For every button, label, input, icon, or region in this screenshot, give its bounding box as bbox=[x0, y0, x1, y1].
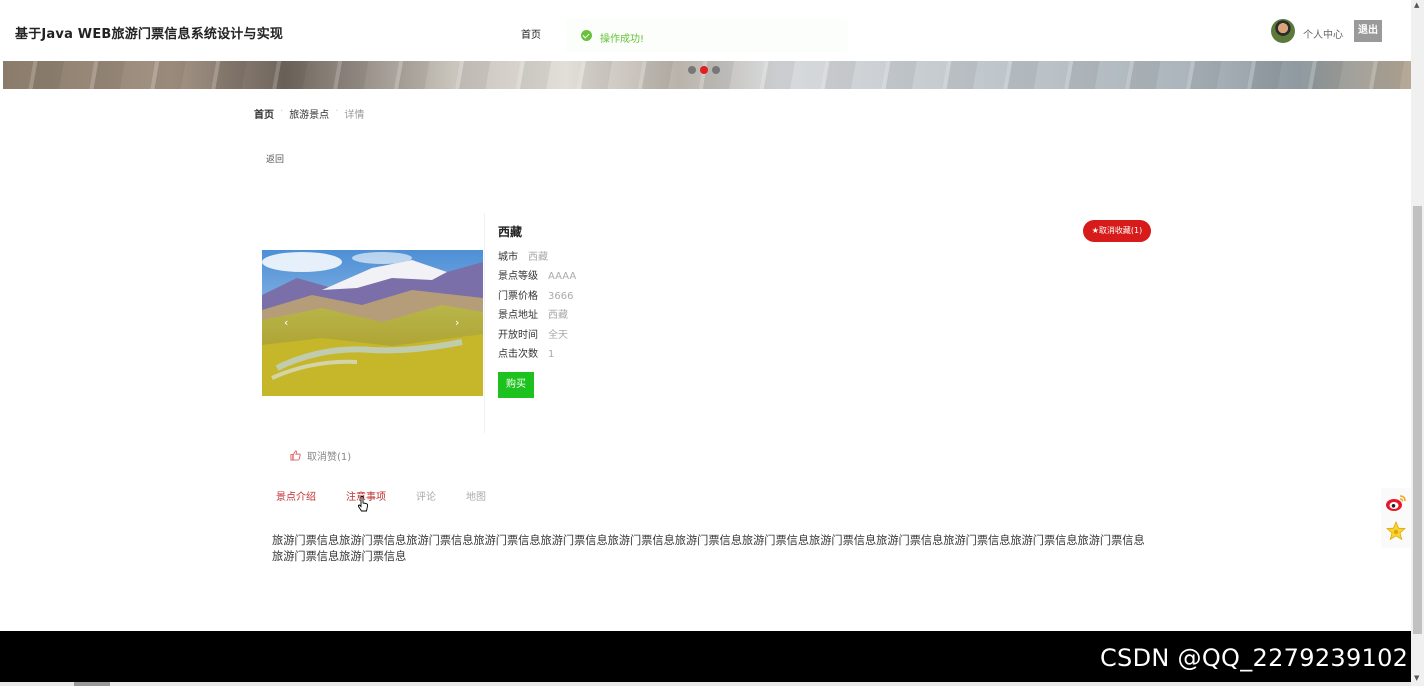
header: 基于Java WEB旅游门票信息系统设计与实现 首页 操作成功! 个人中心 退出 bbox=[0, 0, 1411, 61]
carousel-indicators bbox=[688, 66, 720, 74]
pointer-cursor-icon bbox=[357, 496, 369, 512]
info-label: 景点地址 bbox=[498, 310, 538, 322]
user-center-link[interactable]: 个人中心 bbox=[1303, 26, 1343, 41]
check-circle-icon bbox=[581, 30, 592, 41]
divider bbox=[484, 213, 485, 433]
info-label: 点击次数 bbox=[498, 348, 538, 360]
gallery-prev-arrow-icon[interactable]: ‹ bbox=[284, 316, 288, 329]
success-toast: 操作成功! bbox=[566, 19, 848, 52]
spot-image-gallery[interactable]: ‹ › bbox=[262, 250, 483, 396]
landscape-image bbox=[262, 250, 483, 396]
spot-name: 西藏 bbox=[498, 225, 523, 239]
detail-tabs: 景点介绍 注意事项 评论 地图 bbox=[276, 488, 516, 503]
buy-button[interactable]: 购买 bbox=[498, 372, 534, 398]
info-label: 门票价格 bbox=[498, 290, 538, 302]
gallery-next-arrow-icon[interactable]: › bbox=[455, 316, 459, 329]
banner-carousel bbox=[3, 61, 1411, 89]
carousel-dot-active[interactable] bbox=[700, 66, 708, 74]
thumb-up-icon bbox=[290, 450, 301, 461]
avatar[interactable] bbox=[1271, 19, 1295, 43]
spot-info-list: 城市 西藏 景点等级 AAAA 门票价格 3666 景点地址 西藏 开放时间 全天 点击次… bbox=[498, 250, 576, 366]
info-row-address: 景点地址 西藏 bbox=[498, 308, 576, 327]
breadcrumb-current: 详情 bbox=[344, 110, 365, 121]
logout-button[interactable]: 退出 bbox=[1354, 20, 1382, 42]
tab-content-text: 旅游门票信息旅游门票信息旅游门票信息旅游门票信息旅游门票信息旅游门票信息旅游门票… bbox=[272, 534, 1145, 563]
info-value: AAAA bbox=[548, 271, 577, 283]
breadcrumb-home[interactable]: 首页 bbox=[254, 106, 274, 121]
breadcrumb-separator: · bbox=[335, 106, 339, 117]
info-value: 3666 bbox=[548, 290, 574, 302]
tab-introduction[interactable]: 景点介绍 bbox=[276, 488, 316, 503]
scroll-up-icon[interactable]: ▲ bbox=[1414, 1, 1419, 9]
info-row-hours: 开放时间 全天 bbox=[498, 328, 576, 347]
unfavorite-button[interactable]: ★取消收藏(1) bbox=[1083, 220, 1151, 242]
info-value: 全天 bbox=[548, 329, 568, 341]
info-row-level: 景点等级 AAAA bbox=[498, 269, 576, 288]
carousel-dot[interactable] bbox=[712, 66, 720, 74]
unlike-label: 取消赞(1) bbox=[307, 452, 352, 463]
toast-message: 操作成功! bbox=[600, 34, 645, 45]
breadcrumb-spots[interactable]: 旅游景点 bbox=[289, 106, 329, 121]
info-label: 开放时间 bbox=[498, 329, 538, 341]
unlike-button[interactable]: 取消赞(1) bbox=[290, 448, 351, 463]
info-value: 西藏 bbox=[548, 310, 568, 322]
scrollbar-thumb[interactable] bbox=[1413, 206, 1422, 634]
info-row-price: 门票价格 3666 bbox=[498, 289, 576, 308]
breadcrumb-separator: · bbox=[280, 106, 284, 117]
tab-map[interactable]: 地图 bbox=[466, 488, 486, 503]
carousel-dot[interactable] bbox=[688, 66, 696, 74]
info-row-city: 城市 西藏 bbox=[498, 250, 576, 269]
breadcrumb: 首页 · 旅游景点 · 详情 bbox=[254, 106, 364, 121]
back-link[interactable]: 返回 bbox=[266, 152, 284, 165]
info-row-clicks: 点击次数 1 bbox=[498, 347, 576, 366]
watermark: CSDN @QQ_2279239102 bbox=[1100, 644, 1409, 672]
info-value: 1 bbox=[548, 348, 555, 360]
star-icon[interactable] bbox=[1386, 521, 1406, 541]
footer: CSDN @QQ_2279239102 bbox=[0, 631, 1411, 686]
info-label: 城市 bbox=[498, 252, 518, 263]
info-value: 西藏 bbox=[528, 252, 548, 263]
info-label: 景点等级 bbox=[498, 271, 538, 283]
scroll-down-icon[interactable]: ▼ bbox=[1414, 674, 1419, 682]
weibo-icon[interactable] bbox=[1385, 493, 1407, 513]
nav-home-link[interactable]: 首页 bbox=[521, 26, 541, 41]
horizontal-scrollbar-thumb[interactable] bbox=[74, 682, 110, 686]
tab-comments[interactable]: 评论 bbox=[416, 488, 436, 503]
site-title: 基于Java WEB旅游门票信息系统设计与实现 bbox=[15, 27, 284, 42]
horizontal-scrollbar[interactable] bbox=[0, 682, 1411, 686]
vertical-scrollbar[interactable]: ▲ ▼ bbox=[1411, 0, 1424, 686]
